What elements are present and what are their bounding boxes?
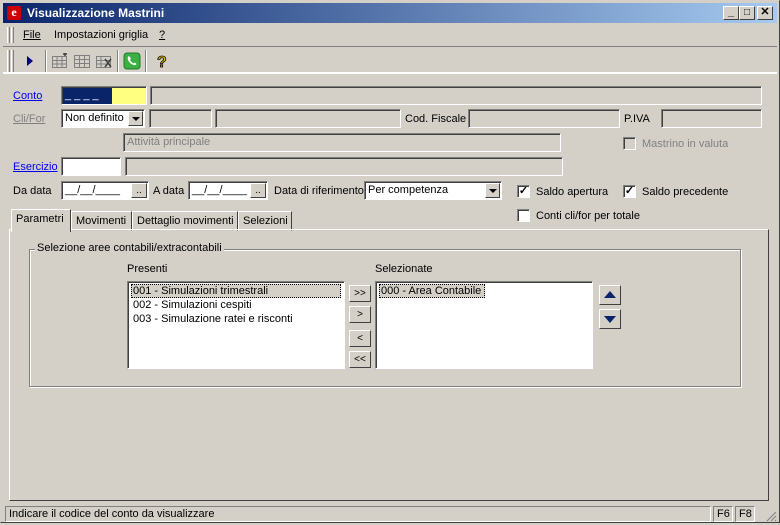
list-item[interactable]: 000 - Area Contabile	[379, 284, 486, 298]
phone-icon[interactable]	[121, 51, 143, 71]
toolbar-separator	[145, 50, 147, 72]
grid-add-icon[interactable]	[49, 51, 71, 71]
esercizio-label[interactable]: Esercizio	[13, 161, 58, 173]
move-down-button[interactable]	[599, 309, 621, 329]
move-right-button[interactable]: >	[349, 306, 371, 323]
play-icon[interactable]	[19, 51, 41, 71]
menu-grip-2	[11, 27, 14, 43]
aree-contabili-title: Selezione aree contabili/extracontabili	[35, 242, 224, 254]
window-title: Visualizzazione Mastrini	[27, 6, 165, 20]
arrow-down-icon	[604, 316, 616, 323]
maximize-button[interactable]: □	[739, 6, 755, 20]
status-key-f8: F8	[735, 506, 755, 522]
clifor-select-value: Non definito	[65, 112, 124, 124]
conti-clifor-checkbox[interactable]	[517, 209, 530, 222]
list-item[interactable]: 001 - Simulazioni trimestrali	[131, 284, 341, 298]
mastrino-valuta-checkbox[interactable]	[623, 137, 636, 150]
saldo-apertura-checkbox[interactable]: ✓	[517, 185, 530, 198]
tab-selezioni[interactable]: Selezioni	[238, 211, 292, 231]
list-item[interactable]: 002 - Simulazioni cespiti	[131, 298, 341, 312]
help-icon[interactable]: ?	[151, 51, 173, 71]
clifor-select[interactable]: Non definito	[61, 109, 145, 128]
cod-fiscale-label: Cod. Fiscale	[405, 113, 467, 125]
list-item[interactable]: 003 - Simulazione ratei e risconti	[131, 312, 341, 326]
clifor-label[interactable]: Cli/For	[13, 113, 45, 125]
chevron-down-icon[interactable]	[485, 183, 500, 198]
data-riferimento-value: Per competenza	[368, 184, 449, 196]
menu-grip	[7, 27, 10, 43]
attivita-principale-field: Attività principale	[123, 133, 561, 152]
conto-description	[150, 86, 762, 105]
saldo-precedente-label: Saldo precedente	[642, 186, 729, 198]
toolbar-separator	[45, 50, 47, 72]
a-data-calendar-button[interactable]: ..	[250, 183, 266, 198]
da-data-label: Da data	[13, 185, 52, 197]
title-bar[interactable]: e Visualizzazione Mastrini _ □ ✕	[3, 3, 777, 23]
status-message: Indicare il codice del conto da visualiz…	[5, 506, 711, 522]
svg-text:?: ?	[157, 54, 167, 70]
mastrino-valuta-label: Mastrino in valuta	[642, 138, 729, 150]
toolbar: ?	[3, 46, 777, 74]
toolbar-grip	[7, 50, 10, 72]
esercizio-description	[125, 157, 563, 176]
move-all-left-button[interactable]: <<	[349, 351, 371, 368]
menu-file[interactable]: File	[23, 29, 41, 41]
saldo-precedente-checkbox[interactable]: ✓	[623, 185, 636, 198]
minimize-button[interactable]: _	[723, 6, 739, 20]
presenti-label: Presenti	[127, 263, 168, 275]
piva-field	[661, 109, 762, 128]
cod-fiscale-field	[468, 109, 620, 128]
tab-movimenti[interactable]: Movimenti	[71, 211, 132, 231]
da-data-calendar-button[interactable]: ..	[131, 183, 147, 198]
toolbar-separator	[117, 50, 119, 72]
clifor-code	[149, 109, 212, 128]
menu-bar: File Impostazioni griglia ?	[3, 24, 777, 46]
move-left-button[interactable]: <	[349, 330, 371, 347]
toolbar-grip-2	[11, 50, 14, 72]
clifor-name	[215, 109, 401, 128]
conti-clifor-label: Conti cli/for per totale	[536, 210, 640, 222]
grid-remove-icon[interactable]	[93, 51, 115, 71]
arrow-up-icon	[604, 291, 616, 298]
data-riferimento-label: Data di riferimento	[274, 185, 364, 197]
grid-icon[interactable]	[71, 51, 93, 71]
menu-impostazioni-griglia[interactable]: Impostazioni griglia	[54, 29, 148, 41]
conto-input[interactable]: _ _ _ _	[61, 86, 147, 105]
saldo-apertura-label: Saldo apertura	[536, 186, 609, 198]
selezionate-label: Selezionate	[375, 263, 433, 275]
close-button[interactable]: ✕	[757, 6, 773, 20]
app-icon[interactable]: e	[7, 6, 21, 20]
selezionate-list[interactable]: 000 - Area Contabile	[375, 281, 593, 369]
menu-help[interactable]: ?	[159, 29, 165, 41]
main-window: e Visualizzazione Mastrini _ □ ✕ File Im…	[0, 0, 780, 523]
piva-label: P.IVA	[624, 113, 650, 125]
status-bar: Indicare il codice del conto da visualiz…	[3, 504, 779, 522]
tab-dettaglio-movimenti[interactable]: Dettaglio movimenti	[132, 211, 238, 231]
chevron-down-icon[interactable]	[128, 111, 143, 126]
tab-join	[12, 228, 70, 231]
esercizio-input[interactable]	[61, 157, 121, 176]
a-data-label: A data	[153, 185, 185, 197]
data-riferimento-select[interactable]: Per competenza	[364, 181, 502, 200]
presenti-list[interactable]: 001 - Simulazioni trimestrali 002 - Simu…	[127, 281, 345, 369]
status-key-f6: F6	[713, 506, 733, 522]
move-up-button[interactable]	[599, 285, 621, 305]
conto-label[interactable]: Conto	[13, 90, 42, 102]
move-all-right-button[interactable]: >>	[349, 285, 371, 302]
